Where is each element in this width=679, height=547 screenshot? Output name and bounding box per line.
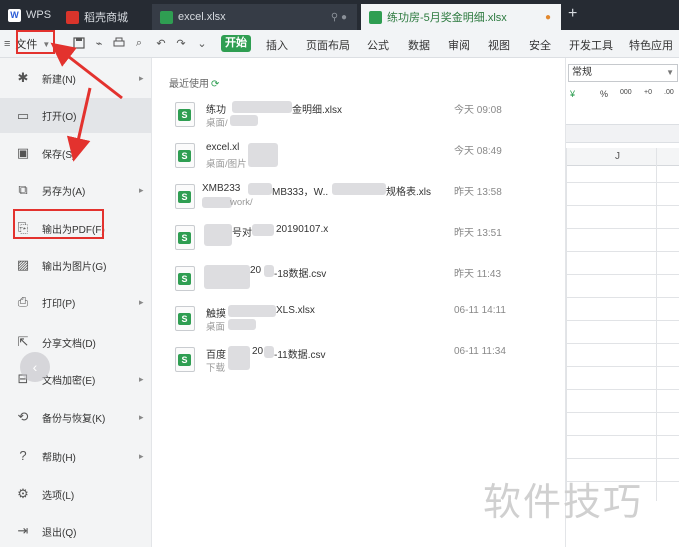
annotation-arrows: [50, 42, 123, 162]
watermark-text: 软件技巧: [483, 480, 644, 524]
arrow-to-file-button: [50, 42, 123, 100]
arrow-to-export-pdf: [66, 87, 92, 162]
